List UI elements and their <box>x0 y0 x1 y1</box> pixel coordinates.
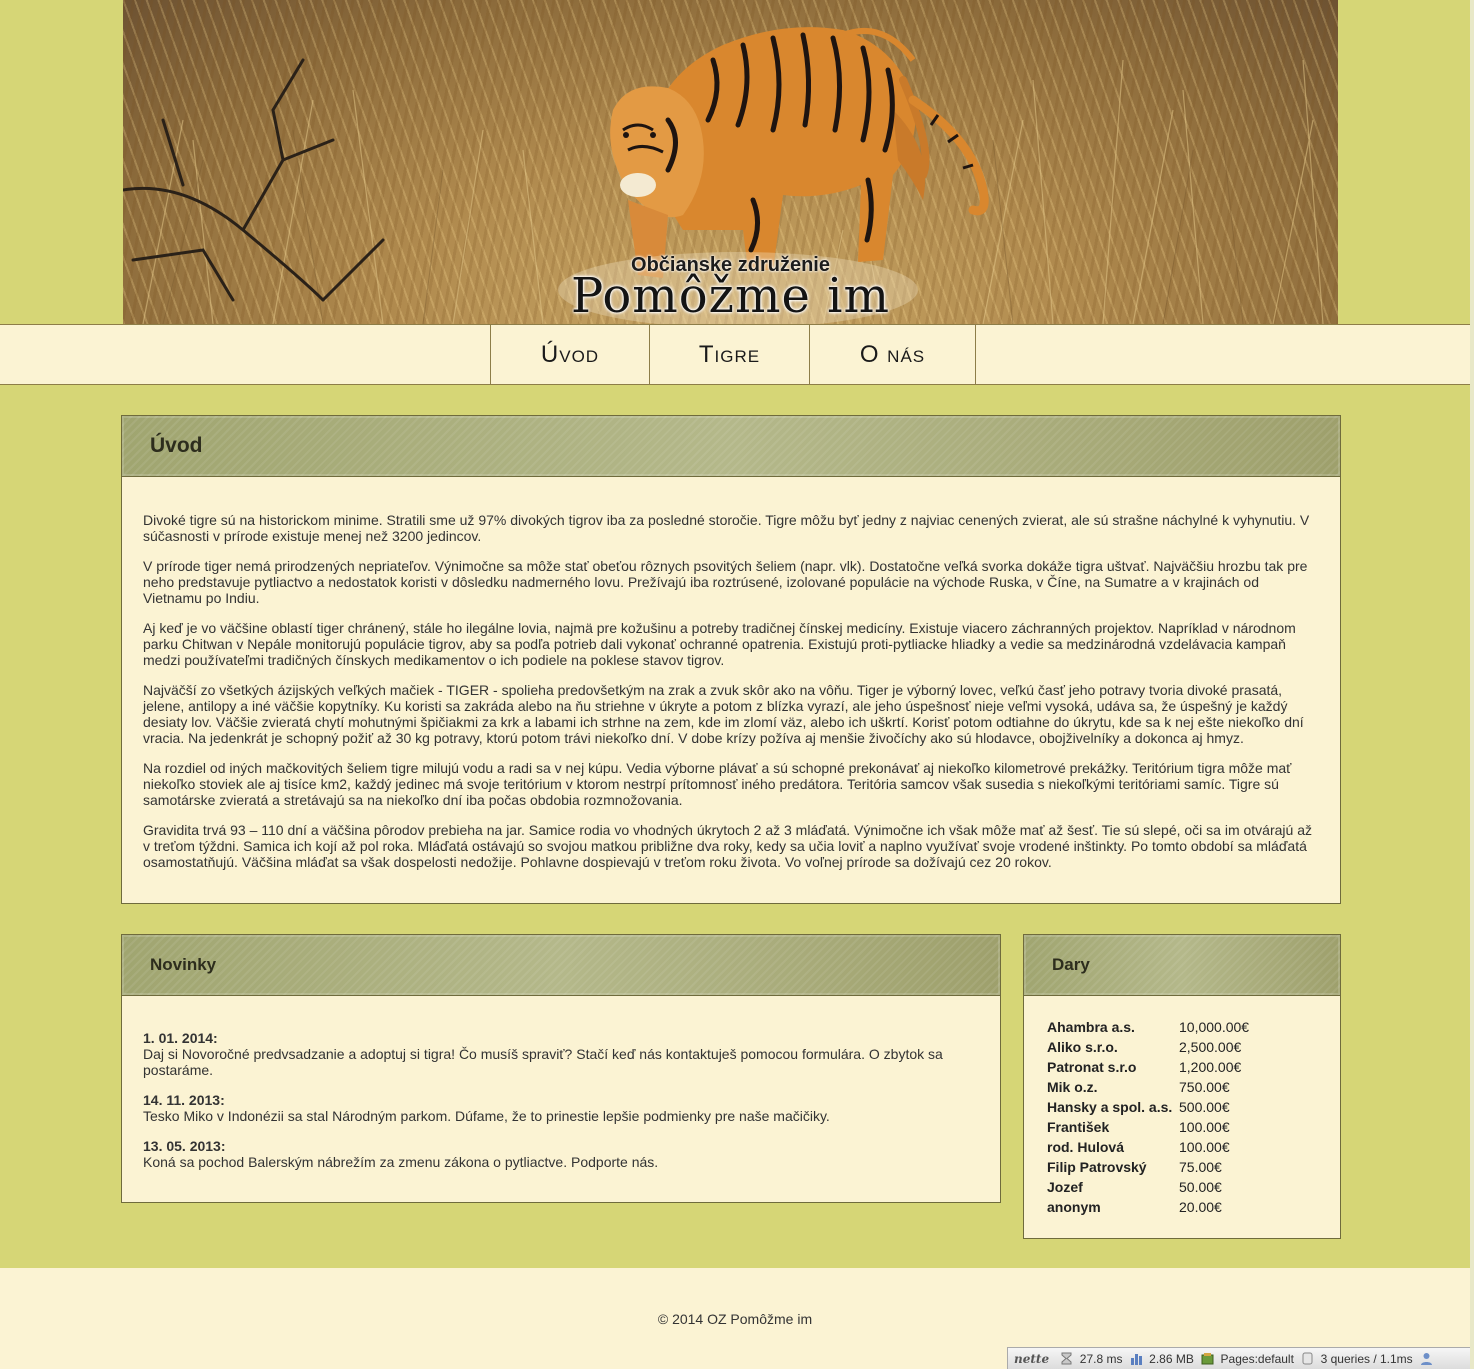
news-date: 1. 01. 2014: <box>143 1030 218 1046</box>
donation-amount: 1,200.00€ <box>1179 1059 1242 1075</box>
nette-logo[interactable]: nette <box>1014 1348 1049 1369</box>
intro-panel: Úvod Divoké tigre sú na historickom mini… <box>121 415 1341 904</box>
table-row: Jozef 50.00€ <box>1047 1177 1249 1197</box>
donation-amount: 500.00€ <box>1179 1099 1230 1115</box>
intro-heading: Úvod <box>150 434 203 457</box>
news-panel-header: Novinky <box>122 935 1000 996</box>
donor-name: Hansky a spol. a.s. <box>1047 1099 1173 1115</box>
news-panel: Novinky 1. 01. 2014: Daj si Novoročné pr… <box>121 934 1001 1203</box>
intro-paragraph: Gravidita trvá 93 – 110 dní a väčšina pô… <box>143 822 1312 870</box>
debug-bar[interactable]: nette 27.8 ms 2.86 MB Pages:default 3 qu… <box>1007 1347 1470 1369</box>
donation-amount: 10,000.00€ <box>1179 1019 1250 1035</box>
donations-list: Ahambra a.s. 10,000.00€ Aliko s.r.o. 2,500… <box>1047 1017 1320 1217</box>
intro-paragraph: Aj keď je vo väčšine oblastí tiger chrán… <box>143 620 1296 668</box>
intro-body: Divoké tigre sú na historickom minime. S… <box>143 512 1320 884</box>
intro-paragraph: Divoké tigre sú na historickom minime. S… <box>143 512 1310 544</box>
news-item: 1. 01. 2014: Daj si Novoročné predvsadza… <box>143 1030 980 1078</box>
debug-memory[interactable]: 2.86 MB <box>1149 1348 1194 1369</box>
copyright-text: © 2014 OZ Pomôžme im <box>657 1311 813 1327</box>
donation-amount: 75.00€ <box>1179 1159 1222 1175</box>
site-logo-title: Pomôžme im <box>571 268 890 324</box>
table-row: Filip Patrovský 75.00€ <box>1047 1157 1249 1177</box>
debug-presenter[interactable]: Pages:default <box>1221 1348 1294 1369</box>
news-item: 14. 11. 2013: Tesko Miko v Indonézii sa … <box>143 1092 980 1124</box>
database-icon <box>1297 1348 1317 1369</box>
nav-item-tigre[interactable]: Tigre <box>649 325 809 384</box>
table-row: Mik o.z. 750.00€ <box>1047 1077 1249 1097</box>
table-row: Ahambra a.s. 10,000.00€ <box>1047 1017 1249 1037</box>
intro-panel-header: Úvod <box>122 416 1340 477</box>
donor-name: Patronat s.r.o <box>1047 1059 1137 1075</box>
table-row: Hansky a spol. a.s. 500.00€ <box>1047 1097 1249 1117</box>
donor-name: Filip Patrovský <box>1047 1159 1147 1175</box>
donation-amount: 50.00€ <box>1179 1179 1222 1195</box>
donor-name: rod. Hulová <box>1047 1139 1125 1155</box>
debug-time[interactable]: 27.8 ms <box>1080 1348 1123 1369</box>
donations-panel: Dary Ahambra a.s. 10,000.00€ Aliko s.r.o.… <box>1023 934 1341 1239</box>
nav-item-uvod[interactable]: Úvod <box>490 325 649 384</box>
intro-paragraph: Na rozdiel od iných mačkovitých šeliem t… <box>143 760 1292 808</box>
window-edge <box>1470 0 1474 1369</box>
news-text: Daj si Novoročné predvsadzanie a adoptuj… <box>143 1046 943 1078</box>
intro-paragraph: V prírode tiger nemá prirodzených nepria… <box>143 558 1308 606</box>
donor-name: Jozef <box>1047 1179 1083 1195</box>
intro-paragraph: Najväčší zo všetkých ázijských veľkých m… <box>143 682 1304 746</box>
donations-table: Ahambra a.s. 10,000.00€ Aliko s.r.o. 2,500… <box>1047 1017 1249 1217</box>
news-text: Koná sa pochod Balerským nábrežím za zme… <box>143 1154 659 1170</box>
table-row: rod. Hulová 100.00€ <box>1047 1137 1249 1157</box>
memory-icon <box>1126 1348 1146 1369</box>
donation-amount: 2,500.00€ <box>1179 1039 1242 1055</box>
timer-icon <box>1056 1348 1076 1369</box>
donor-name: Ahambra a.s. <box>1047 1019 1135 1035</box>
table-row: Patronat s.r.o 1,200.00€ <box>1047 1057 1249 1077</box>
news-heading: Novinky <box>150 955 217 974</box>
donation-amount: 750.00€ <box>1179 1079 1230 1095</box>
news-text: Tesko Miko v Indonézii sa stal Národným … <box>143 1108 830 1124</box>
user-icon[interactable] <box>1416 1348 1436 1369</box>
header-banner: Občianske združenie Pomôžme im <box>123 0 1338 324</box>
main-nav: Úvod Tigre O nás <box>0 324 1470 385</box>
news-list: 1. 01. 2014: Daj si Novoročné predvsadza… <box>143 1030 980 1184</box>
news-date: 13. 05. 2013: <box>143 1138 226 1154</box>
table-row: anonym 20.00€ <box>1047 1197 1249 1217</box>
donation-amount: 100.00€ <box>1179 1119 1230 1135</box>
donor-name: František <box>1047 1119 1110 1135</box>
nav-item-o-nas[interactable]: O nás <box>809 325 976 384</box>
donor-name: Aliko s.r.o. <box>1047 1039 1118 1055</box>
news-date: 14. 11. 2013: <box>143 1092 225 1108</box>
table-row: Aliko s.r.o. 2,500.00€ <box>1047 1037 1249 1057</box>
presenter-icon <box>1197 1348 1217 1369</box>
donation-amount: 20.00€ <box>1179 1199 1222 1215</box>
donations-heading: Dary <box>1052 955 1090 974</box>
news-item: 13. 05. 2013: Koná sa pochod Balerským n… <box>143 1138 980 1170</box>
donation-amount: 100.00€ <box>1179 1139 1230 1155</box>
debug-queries[interactable]: 3 queries / 1.1ms <box>1321 1348 1413 1369</box>
table-row: František 100.00€ <box>1047 1117 1249 1137</box>
donor-name: anonym <box>1047 1199 1101 1215</box>
donor-name: Mik o.z. <box>1047 1079 1098 1095</box>
donations-panel-header: Dary <box>1024 935 1340 996</box>
